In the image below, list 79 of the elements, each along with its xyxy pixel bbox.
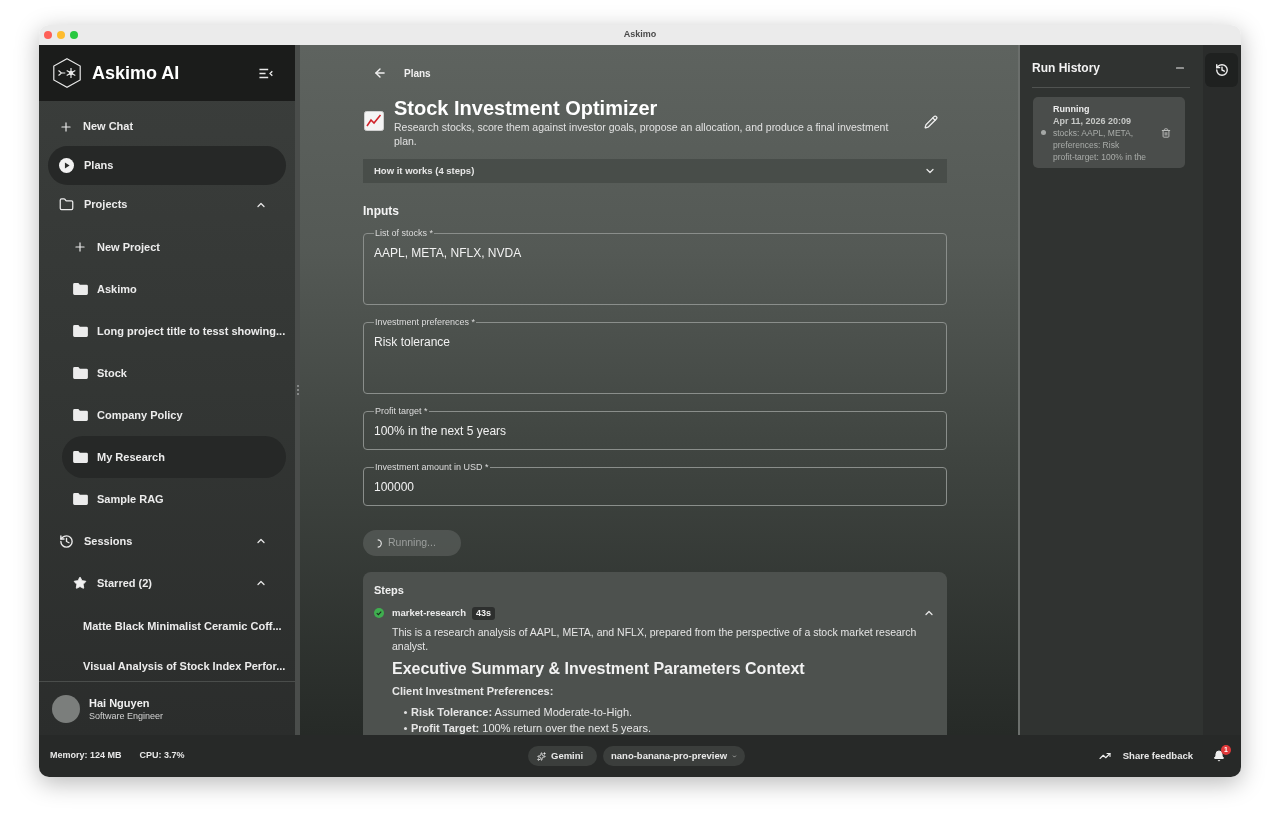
run-time: Apr 11, 2026 20:09 — [1053, 114, 1133, 127]
input-field[interactable]: Investment amount in USD * 100000 — [363, 462, 947, 506]
project-item[interactable]: Company Policy — [62, 394, 286, 436]
model-selector[interactable]: nano-banana-pro-preview — [603, 746, 745, 766]
run-summary-line: stocks: AAPL, META, — [1053, 126, 1135, 139]
edit-pencil-icon[interactable] — [924, 115, 938, 129]
window-title: Askimo — [622, 28, 658, 42]
how-it-works-accordion[interactable]: How it works (4 steps) — [363, 159, 947, 183]
input-field[interactable]: Profit target * 100% in the next 5 years — [363, 406, 947, 450]
folder-icon — [73, 367, 88, 379]
trend-line-icon[interactable] — [1098, 750, 1111, 762]
close-button[interactable] — [44, 31, 52, 39]
plus-icon — [73, 240, 87, 254]
history-icon — [59, 533, 74, 549]
panel-title: Run History — [1032, 60, 1100, 76]
folder-icon — [73, 493, 88, 505]
project-item[interactable]: Askimo — [62, 268, 286, 310]
folder-outline-icon — [59, 197, 74, 212]
plan-title: Stock Investment Optimizer — [394, 96, 659, 120]
step-intro: This is a research analysis of AAPL, META, and NFLX, prepared from the perspective of a stock market research analyst. — [392, 625, 918, 653]
history-icon — [1214, 63, 1229, 77]
drag-handle-icon[interactable] — [296, 385, 299, 395]
session-item[interactable]: Visual Analysis of Stock Index Perfor... — [48, 652, 286, 680]
field-label: Profit target * — [374, 406, 429, 417]
inputs-heading: Inputs — [363, 203, 400, 219]
steps-heading: Steps — [374, 583, 405, 597]
run-card[interactable]: Running Apr 11, 2026 20:09 stocks: AAPL, META, preferences: Risk profit-target: 100% in the — [1033, 97, 1185, 168]
bullet-text: Profit Target: 100% return over the next 5 years. — [411, 721, 652, 735]
user-name: Hai Nguyen — [89, 695, 151, 710]
play-circle-icon — [59, 158, 74, 173]
spinner-icon — [377, 538, 382, 548]
avatar — [52, 694, 80, 723]
breadcrumb-link[interactable]: Plans — [404, 65, 431, 81]
project-item[interactable]: Stock — [62, 352, 286, 394]
project-item[interactable]: My Research — [62, 436, 286, 478]
bullet-text: Risk Tolerance: Assumed Moderate-to-High. — [411, 705, 633, 720]
sidebar-item[interactable]: New Chat — [48, 107, 286, 146]
user-role: Software Engineer — [89, 709, 164, 722]
run-status: Running — [1053, 102, 1091, 115]
field-label: Investment preferences * — [374, 317, 477, 328]
chart-up-icon — [364, 111, 384, 131]
projects-header[interactable]: Projects — [48, 185, 286, 224]
memory-usage: Memory: 124 MB — [50, 749, 122, 763]
field-label: Investment amount in USD * — [374, 462, 490, 473]
project-item[interactable]: Sample RAG — [62, 478, 286, 520]
folder-icon — [73, 409, 88, 421]
step-name: market-research — [392, 605, 466, 620]
trash-icon[interactable] — [1161, 127, 1171, 138]
menu-collapse-icon[interactable] — [259, 67, 273, 79]
run-summary-line: preferences: Risk — [1053, 138, 1121, 151]
folder-icon — [73, 325, 88, 337]
provider-chip[interactable]: Gemini — [528, 746, 597, 766]
logo-icon — [53, 58, 81, 88]
bullet-icon — [404, 710, 407, 714]
plan-description: Research stocks, score them against investor goals, propose an allocation, and produce a final investment plan. — [394, 120, 890, 148]
run-summary-line: profit-target: 100% in the — [1053, 150, 1147, 163]
folder-icon — [73, 283, 88, 295]
star-icon — [73, 576, 87, 590]
bullet-icon — [404, 726, 407, 730]
preferences-subheading: Client Investment Preferences: — [392, 684, 555, 698]
input-field[interactable]: Investment preferences * Risk tolerance — [363, 317, 947, 394]
summary-heading: Executive Summary & Investment Parameters Context — [392, 659, 806, 679]
sidebar-item[interactable]: Plans — [48, 146, 286, 185]
app-name: Askimo AI — [92, 61, 180, 85]
folder-icon — [73, 451, 88, 463]
project-item[interactable]: Long project title to tesst showing... — [62, 310, 286, 352]
sessions-header[interactable]: Sessions — [48, 520, 286, 562]
cpu-usage: CPU: 3.7% — [139, 749, 185, 763]
share-feedback-button[interactable]: Share feedback — [1122, 748, 1193, 764]
bell-icon[interactable] — [1213, 750, 1225, 762]
history-button[interactable] — [1205, 53, 1238, 87]
field-label: List of stocks * — [374, 228, 435, 239]
input-field[interactable]: List of stocks * AAPL, META, NFLX, NVDA — [363, 228, 947, 305]
session-item[interactable]: Matte Black Minimalist Ceramic Coff... — [48, 612, 286, 640]
plus-icon — [59, 119, 73, 134]
duration-badge: 43s — [471, 606, 495, 620]
starred-header[interactable]: Starred (2) — [62, 562, 286, 604]
sparkle-icon — [537, 751, 546, 761]
new-project-item[interactable]: New Project — [62, 226, 286, 268]
